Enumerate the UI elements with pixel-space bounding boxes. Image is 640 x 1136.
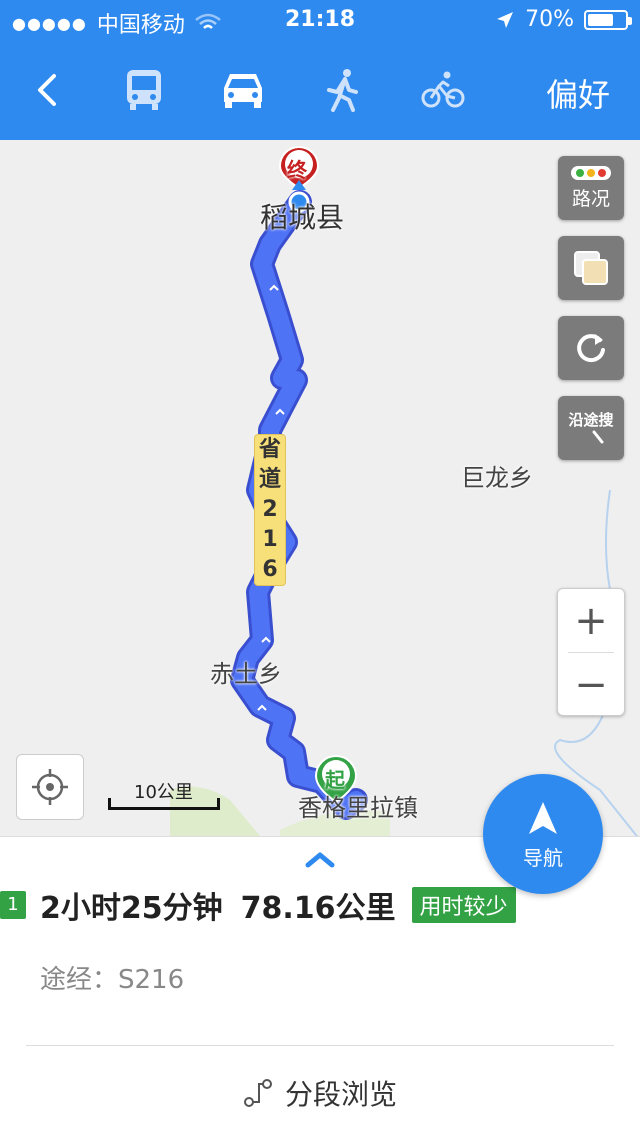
navigation-arrow-icon xyxy=(529,801,557,834)
road-sign-char: 道 xyxy=(258,467,281,492)
refresh-icon xyxy=(577,334,605,363)
road-sign-s216: 省 道 2 1 6 xyxy=(254,434,286,586)
zoom-control: + − xyxy=(557,588,625,716)
origin-label: 香格里拉镇 xyxy=(298,794,418,822)
route-map xyxy=(170,146,639,836)
status-bar: ●●●●● 中国移动 21:18 70% xyxy=(0,0,640,40)
traffic-button[interactable]: 路况 xyxy=(558,156,624,220)
scale-ruler xyxy=(108,798,220,810)
route-index-badge: 1 xyxy=(0,891,26,919)
walk-icon xyxy=(327,69,358,112)
mode-bus-button[interactable] xyxy=(114,66,174,114)
route-summary[interactable]: 1 2小时25分钟 78.16公里 用时较少 xyxy=(0,885,520,926)
locate-button[interactable] xyxy=(16,754,84,820)
bike-icon xyxy=(421,71,465,108)
zoom-out-button[interactable]: − xyxy=(558,653,624,716)
mode-bike-button[interactable] xyxy=(413,66,473,114)
location-arrow-icon xyxy=(497,11,514,28)
along-search-label: 沿途搜 xyxy=(568,410,614,429)
end-marker-label: 终 xyxy=(287,158,307,182)
route-tag: 用时较少 xyxy=(411,887,516,923)
bus-icon xyxy=(127,70,161,110)
zoom-in-button[interactable]: + xyxy=(558,589,624,652)
scale-bar: 10公里 xyxy=(108,774,220,814)
navigate-label: 导航 xyxy=(523,845,563,870)
car-icon xyxy=(224,74,262,108)
expand-panel-button[interactable] xyxy=(300,843,340,873)
town-label-chitu: 赤土乡 xyxy=(210,660,282,688)
step-browse-button[interactable]: 分段浏览 xyxy=(0,1073,640,1113)
mode-walk-button[interactable] xyxy=(313,66,373,114)
route-distance: 78.16公里 xyxy=(240,891,396,926)
chevron-left-icon xyxy=(38,74,56,106)
search-icon xyxy=(592,430,604,443)
road-sign-char: 1 xyxy=(262,527,278,552)
road-sign-char: 省 xyxy=(258,437,281,462)
route-duration: 2小时25分钟 xyxy=(40,891,223,926)
destination-label: 稻城县 xyxy=(260,201,345,234)
nav-bar: 偏好 xyxy=(0,40,640,140)
along-search-button[interactable]: 沿途搜 xyxy=(558,396,624,460)
mode-car-button[interactable] xyxy=(213,66,273,114)
crosshair-icon xyxy=(32,769,68,805)
step-browse-label: 分段浏览 xyxy=(284,1078,397,1111)
town-label-julong: 巨龙乡 xyxy=(461,464,533,492)
preference-button[interactable]: 偏好 xyxy=(546,70,610,116)
layers-icon xyxy=(574,251,608,285)
route-steps-icon xyxy=(243,1079,272,1107)
traffic-light-icon xyxy=(571,165,611,180)
divider xyxy=(26,1045,614,1046)
map-view[interactable]: 终 起 稻城县 巨龙乡 赤土乡 香格里拉镇 亭日 省 道 2 1 6 路况 沿途… xyxy=(0,140,640,836)
battery-percent: 70% xyxy=(525,7,574,32)
layers-button[interactable] xyxy=(558,236,624,300)
chevron-up-icon xyxy=(305,852,335,868)
refresh-button[interactable] xyxy=(558,316,624,380)
traffic-label: 路况 xyxy=(571,187,610,210)
navigate-button[interactable]: 导航 xyxy=(483,774,603,894)
road-sign-char: 2 xyxy=(262,497,278,522)
top-bar: ●●●●● 中国移动 21:18 70% 偏好 xyxy=(0,0,640,140)
road-sign-char: 6 xyxy=(262,557,278,582)
route-via: 途经：S216 xyxy=(40,965,185,995)
battery-icon xyxy=(584,9,632,30)
back-button[interactable] xyxy=(28,66,68,114)
